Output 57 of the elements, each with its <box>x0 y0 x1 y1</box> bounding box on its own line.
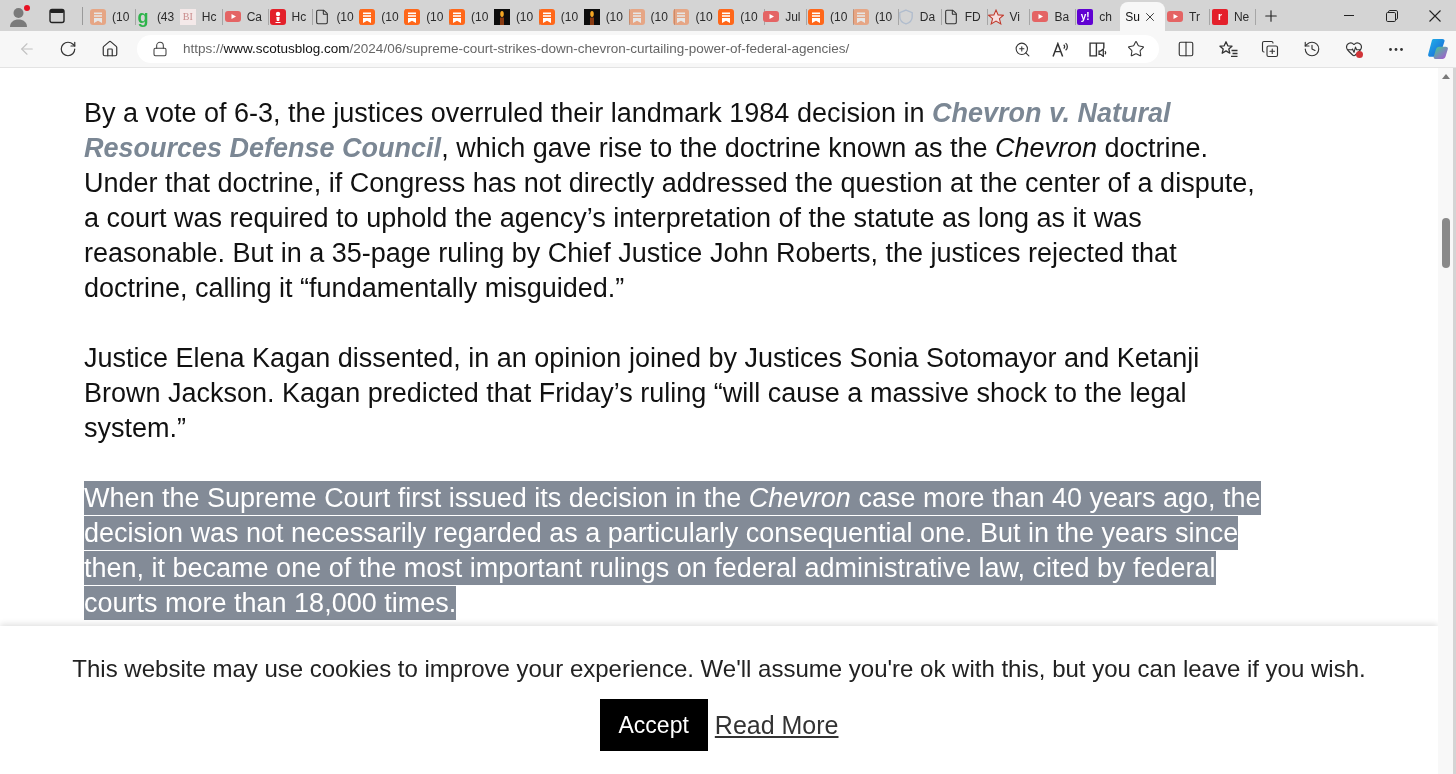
scrollbar-thumb[interactable] <box>1441 218 1450 268</box>
browser-tab[interactable]: (10 <box>581 2 627 31</box>
article-paragraph: By a vote of 6-3, the justices overruled their landmark 1984 decision in Chevron v. Natural Resources Defense Council, which gave rise to the doctrine known as the Chevron doctrine. Under that doctrine, if Congress has not directly addressed the question at the center of a dispute, a court was required to uphold the agency’s interpretation of the statute as long as it was reasonable. But in a 35-page ruling by Chief Justice John Roberts, the justices rejected that doctrine, calling it “fundamentally misguided.” <box>84 97 1256 305</box>
panel-icon[interactable] <box>49 7 65 24</box>
lock-icon[interactable] <box>152 41 168 57</box>
read-aloud-icon <box>1051 41 1069 57</box>
letter-logo: g <box>136 8 150 25</box>
browser-tab[interactable]: Su <box>1120 2 1165 31</box>
profile-avatar-icon[interactable] <box>9 4 31 27</box>
more-icon <box>1389 47 1403 51</box>
letter-logo: y! <box>1077 8 1094 25</box>
browser-tab[interactable]: (10 <box>671 2 717 31</box>
restore-icon <box>1385 9 1398 22</box>
letter-logo: r <box>1211 8 1228 25</box>
browser-tab[interactable]: r Ne <box>1209 2 1255 31</box>
article-link[interactable]: Chevron v. Natural <box>931 98 1171 128</box>
heart-pulse-icon <box>1345 40 1363 58</box>
browser-tab[interactable]: y! ch <box>1075 2 1121 31</box>
browser-tab[interactable]: (10 <box>357 2 403 31</box>
article-link[interactable]: Resources Defense Council <box>84 133 442 163</box>
star-list-icon <box>1218 41 1238 57</box>
close-icon <box>1428 9 1441 22</box>
copy-plus-icon <box>1261 40 1279 58</box>
cookie-message: This website may use cookies to improve your experience. We'll assume you're ok with this, but you can leave if you wish. <box>72 655 1366 683</box>
read-more-link[interactable]: Read More <box>714 711 839 739</box>
star-icon <box>1127 40 1145 58</box>
accept-button[interactable]: Accept <box>599 699 708 751</box>
minimize-icon <box>1343 15 1354 16</box>
home-icon <box>101 40 119 58</box>
browser-tab[interactable]: Ca <box>222 2 268 31</box>
article-paragraph: Justice Elena Kagan dissented, in an opinion joined by Justices Sonia Sotomayor and Ketanji Brown Jackson. Kagan predicted that Friday’s ruling “will cause a massive shock to the legal system.” <box>84 342 1201 445</box>
scroll-up-arrow-icon[interactable] <box>1441 74 1450 79</box>
browser-tab[interactable]: (10 <box>850 2 896 31</box>
book-speaker-icon <box>1089 41 1107 57</box>
browser-tab[interactable]: (10 <box>491 2 537 31</box>
browser-tab[interactable]: (10 <box>626 2 672 31</box>
browser-tab[interactable]: (10 <box>536 2 582 31</box>
browser-tab[interactable]: FD <box>940 2 986 31</box>
article-paragraph: When the Supreme Court first issued its decision in the Chevron case more than 40 years ago, the decision was not necessarily regarded as a particularly consequential one. But in the years since then, it became one of the most important rulings on federal administrative law, cited by federal courts more than 18,000 times. <box>84 481 1262 621</box>
browser-tab[interactable]: Jul <box>761 2 806 31</box>
swirl-logo-icon <box>1428 39 1448 59</box>
browser-tab[interactable]: (10 <box>88 2 133 31</box>
browser-tab[interactable]: Vi <box>985 2 1031 31</box>
browser-tab[interactable]: (10 <box>806 2 851 31</box>
browser-tab[interactable]: Tr <box>1165 2 1210 31</box>
browser-tab[interactable]: Ba <box>1030 2 1076 31</box>
browser-tab[interactable]: (10 <box>447 2 492 31</box>
letter-logo: BI <box>179 8 196 25</box>
history-icon <box>1303 40 1321 58</box>
browser-tab[interactable]: Hc <box>267 2 313 31</box>
reload-icon <box>59 40 77 58</box>
browser-tab[interactable]: (10 <box>402 2 447 31</box>
browser-tab[interactable]: Da <box>895 2 941 31</box>
browser-tab[interactable]: BI Hc <box>177 2 223 31</box>
zoom-in-icon <box>1013 40 1031 58</box>
split-screen-icon <box>1177 40 1195 58</box>
browser-tab[interactable]: (10 <box>716 2 762 31</box>
